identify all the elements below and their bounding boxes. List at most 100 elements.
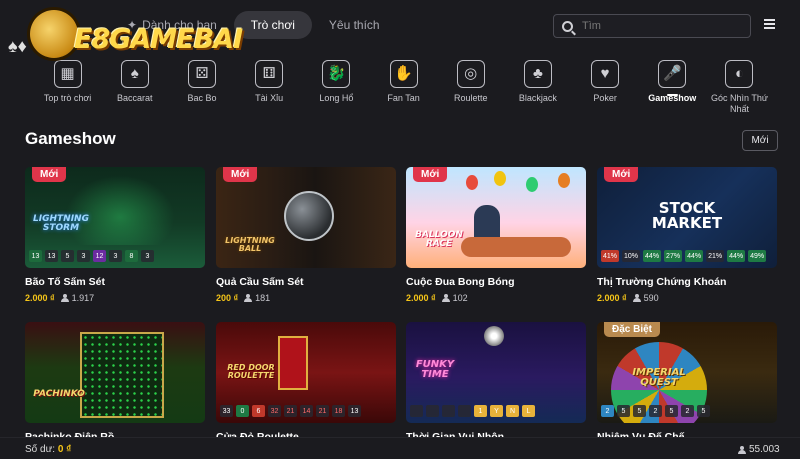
game-title: Bão Tố Sấm Sét <box>25 276 105 288</box>
result-chip: 44% <box>685 250 704 262</box>
balance-label: Số dư: <box>25 444 56 455</box>
game-meta: 2.000 ₫ 590 <box>597 293 777 303</box>
category-fan-tan[interactable]: ✋ Fan Tan <box>370 60 437 120</box>
result-chip: 0 <box>236 405 249 417</box>
result-chip: 44% <box>643 250 662 262</box>
new-badge: Mới <box>32 167 67 182</box>
game-thumbnail[interactable]: Mới LIGHTNING STORM 13 13 5 3 12 3 8 3 <box>25 167 205 268</box>
category-poker[interactable]: ♥ Poker <box>572 60 639 120</box>
result-chip: 2 <box>601 405 614 417</box>
user-icon <box>738 445 746 454</box>
brand-logo[interactable]: ♠♦ E8GAMEBAI <box>8 8 243 66</box>
result-chip: 49% <box>748 250 767 262</box>
game-card[interactable]: Đặc Biệt IMPERIAL QUEST 2 5 5 2 5 2 5 Nh… <box>597 322 777 443</box>
tab-favorites[interactable]: Yêu thích <box>312 11 397 39</box>
result-chip: 2 <box>681 405 694 417</box>
game-thumbnail[interactable]: PACHINKO <box>25 322 205 423</box>
category-label: Fan Tan <box>387 93 420 103</box>
search-icon <box>562 20 573 32</box>
playing-cards-icon: ♠♦ <box>8 36 27 56</box>
cards-icon: ♣ <box>523 60 552 88</box>
result-chip: 41% <box>601 250 620 262</box>
result-chip: 21% <box>706 250 725 262</box>
tab-games[interactable]: Trò chơi <box>233 11 312 39</box>
game-card[interactable]: FUNKY TIME 1 Y N L Thời Gian Vui Nhộn <box>406 322 586 443</box>
category-blackjack[interactable]: ♣ Blackjack <box>504 60 571 120</box>
result-chip: N <box>506 405 519 417</box>
results-strip: 33 0 6 32 21 14 21 18 13 <box>220 405 361 417</box>
result-chip: 8 <box>125 250 138 262</box>
category-bac-bo[interactable]: ⚄ Bac Bo <box>168 60 235 120</box>
result-chip: 5 <box>697 405 710 417</box>
microphone-icon: 🎤 <box>658 60 687 88</box>
min-bet: 200 ₫ <box>216 293 239 303</box>
logo-text: E8GAMEBAI <box>74 24 243 55</box>
thumbnail-logo-text: STOCK MARKET <box>651 199 723 232</box>
game-meta: 200 ₫ 181 <box>216 293 396 303</box>
game-thumbnail[interactable]: FUNKY TIME 1 Y N L <box>406 322 586 423</box>
category-first-person[interactable]: ◐ Góc Nhìn Thứ Nhất <box>706 60 773 120</box>
thumbnail-logo-text: IMPERIAL QUEST <box>632 367 686 388</box>
disco-ball-icon <box>484 326 504 346</box>
result-chip: 1 <box>474 405 487 417</box>
game-card[interactable]: RED DOOR ROULETTE 33 0 6 32 21 14 21 18 … <box>216 322 396 443</box>
user-icon <box>60 294 69 302</box>
result-chip: 33 <box>220 405 233 417</box>
pachinko-board <box>80 332 164 418</box>
result-chip: 5 <box>665 405 678 417</box>
new-badge: Mới <box>413 167 448 182</box>
results-strip: 2 5 5 2 5 2 5 <box>601 405 710 417</box>
status-bar: Số dư: 0 ₫ 55.003 <box>0 437 800 459</box>
game-thumbnail[interactable]: RED DOOR ROULETTE 33 0 6 32 21 14 21 18 … <box>216 322 396 423</box>
thumbnail-logo-text: FUNKY TIME <box>415 359 455 380</box>
poker-cards-icon: ♥ <box>591 60 620 88</box>
first-person-icon: ◐ <box>725 60 754 88</box>
special-badge: Đặc Biệt <box>604 322 661 337</box>
result-chip: 13 <box>45 250 58 262</box>
results-strip: 1 Y N L <box>410 405 535 417</box>
game-card[interactable]: Mới STOCK MARKET 41% 10% 44% 27% 44% 21%… <box>597 167 777 303</box>
player-count-value: 181 <box>255 293 271 303</box>
sort-dropdown[interactable]: Mới <box>742 130 778 151</box>
new-badge: Mới <box>604 167 639 182</box>
category-label: Gameshow <box>648 93 697 103</box>
category-tai-xiu[interactable]: ⚅ Tài Xỉu <box>236 60 303 120</box>
user-icon <box>441 294 450 302</box>
thumbnail-logo-text: RED DOOR ROULETTE <box>227 363 275 380</box>
game-thumbnail[interactable]: Mới STOCK MARKET 41% 10% 44% 27% 44% 21%… <box>597 167 777 268</box>
result-chip: 21 <box>316 405 329 417</box>
category-label: Baccarat <box>117 93 153 103</box>
category-baccarat[interactable]: ♠ Baccarat <box>101 60 168 120</box>
balance: Số dư: 0 ₫ <box>25 444 71 455</box>
category-label: Long Hổ <box>319 93 354 103</box>
game-card[interactable]: PACHINKO Pachinko Điên Rồ <box>25 322 205 443</box>
hand-icon: ✋ <box>389 60 418 88</box>
game-title: Cuộc Đua Bong Bóng <box>406 276 515 288</box>
min-bet: 2.000 ₫ <box>406 293 436 303</box>
section-title: Gameshow <box>25 129 116 148</box>
search-input[interactable]: Tìm <box>553 14 751 38</box>
online-count: 55.003 <box>738 444 780 455</box>
game-card[interactable]: Mới LIGHTNING STORM 13 13 5 3 12 3 8 3 B… <box>25 167 205 303</box>
game-thumbnail[interactable]: Mới LIGHTNING BALL <box>216 167 396 268</box>
result-chip: 3 <box>77 250 90 262</box>
result-chip: 2 <box>649 405 662 417</box>
result-chip: 3 <box>141 250 154 262</box>
menu-icon[interactable] <box>764 19 775 31</box>
result-chip <box>410 405 423 417</box>
lottery-ball-icon <box>284 191 334 241</box>
top-bar: ♠♦ E8GAMEBAI ✦ Dành cho bạn Trò chơi Yêu… <box>0 0 800 58</box>
category-roulette[interactable]: ◎ Roulette <box>437 60 504 120</box>
result-chip: L <box>522 405 535 417</box>
game-thumbnail[interactable]: Đặc Biệt IMPERIAL QUEST 2 5 5 2 5 2 5 <box>597 322 777 423</box>
game-card[interactable]: Mới BALLOON RACE Cuộc Đua Bong Bóng 2.00… <box>406 167 586 303</box>
red-door <box>278 336 308 390</box>
result-chip: 14 <box>300 405 313 417</box>
game-card[interactable]: Mới LIGHTNING BALL Quả Cầu Sấm Sét 200 ₫… <box>216 167 396 303</box>
category-long-ho[interactable]: 🐉 Long Hổ <box>303 60 370 120</box>
game-thumbnail[interactable]: Mới BALLOON RACE <box>406 167 586 268</box>
result-chip <box>426 405 439 417</box>
category-gameshow[interactable]: 🎤 Gameshow <box>639 60 706 120</box>
category-top-games[interactable]: ▦ Top trò chơi <box>34 60 101 120</box>
roulette-icon: ◎ <box>456 60 485 88</box>
